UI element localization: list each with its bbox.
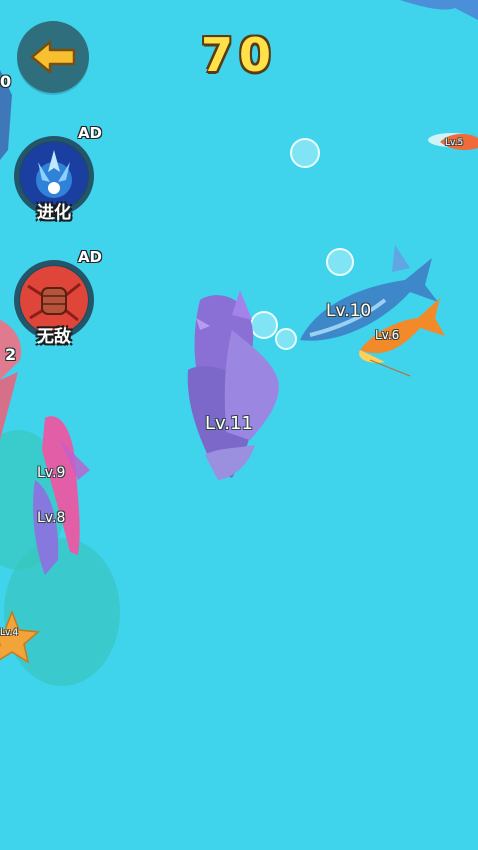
pink-fish-level-label: Lv.9 [37,465,66,481]
fish-offscreen [400,0,478,20]
edge-count-top: 0 [0,72,12,91]
goldfish-level-label: Lv.6 [375,328,400,342]
evolve-label: 进化 [37,203,71,223]
player-level-label: Lv.11 [205,413,253,434]
fish-offscreen [0,372,18,440]
shark-level-label: Lv.10 [326,301,372,321]
evolve-ad-badge: AD [77,124,102,142]
score-counter: 70 [200,28,277,82]
invincible-button[interactable]: AD 无敌 [8,248,102,352]
small-fish-level-label: Lv.5 [445,138,464,148]
starfish-level-label: Lv.4 [0,628,19,638]
invincible-label: 无敌 [37,327,71,347]
back-button[interactable] [17,21,89,93]
invincible-ad-badge: AD [77,248,102,266]
purple-fish-level-label: Lv.8 [37,510,66,526]
arrow-left-icon [30,40,76,74]
evolve-button[interactable]: AD 进化 [8,124,102,228]
